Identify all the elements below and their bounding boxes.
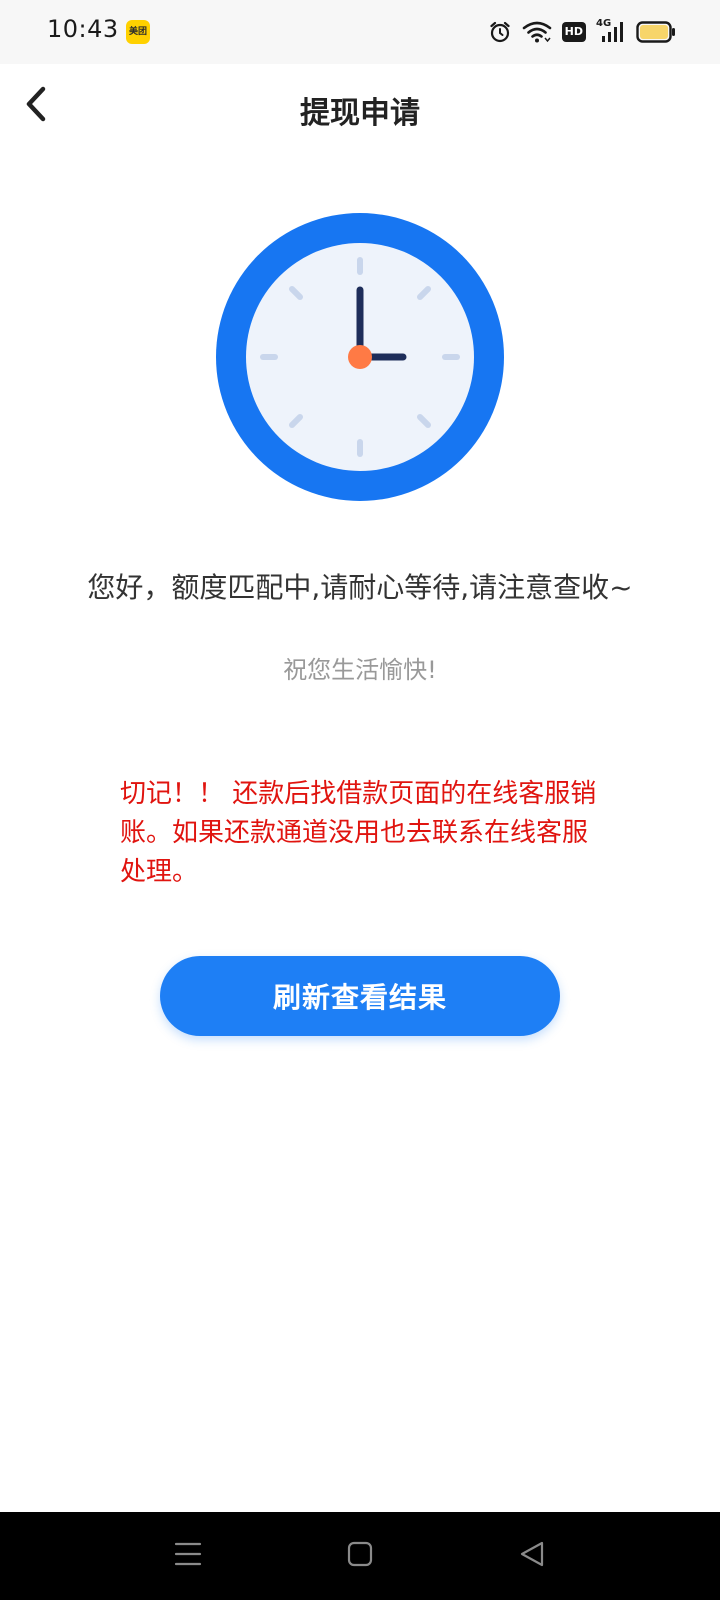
- home-square-icon: [346, 1540, 374, 1572]
- clock-icon: [215, 212, 505, 502]
- warning-note: 切记！！ 还款后找借款页面的在线客服销账。如果还款通道没用也去联系在线客服处理。: [120, 779, 597, 887]
- signal-4g-icon: 4G: [596, 18, 626, 44]
- status-icons: HD 4G: [488, 18, 676, 46]
- wifi-icon: [522, 20, 552, 44]
- home-button[interactable]: [338, 1534, 382, 1578]
- hd-icon: HD: [561, 22, 586, 42]
- status-bar: 10:43 美团 HD 4G: [0, 0, 720, 64]
- page-title: 提现申请: [300, 96, 420, 131]
- sub-message: 祝您生活愉快!: [283, 656, 437, 684]
- header: 提现申请: [0, 64, 720, 152]
- meituan-app-icon: 美团: [126, 20, 150, 44]
- menu-icon: [173, 1541, 203, 1571]
- system-back-button[interactable]: [510, 1534, 554, 1578]
- battery-icon: [636, 21, 676, 43]
- status-message: 您好，额度匹配中,请耐心等待,请注意查收~: [87, 571, 633, 604]
- refresh-result-button[interactable]: 刷新查看结果: [160, 956, 560, 1036]
- status-time: 10:43: [47, 15, 119, 43]
- system-nav-bar: [0, 1512, 720, 1600]
- recent-apps-button[interactable]: [166, 1534, 210, 1578]
- back-triangle-icon: [518, 1540, 546, 1572]
- alarm-clock-icon: [488, 20, 512, 44]
- withdraw-application-screen: 10:43 美团 HD 4G 提现申请 您好，额度匹配中,请耐心等待,请注意查收…: [0, 0, 720, 1600]
